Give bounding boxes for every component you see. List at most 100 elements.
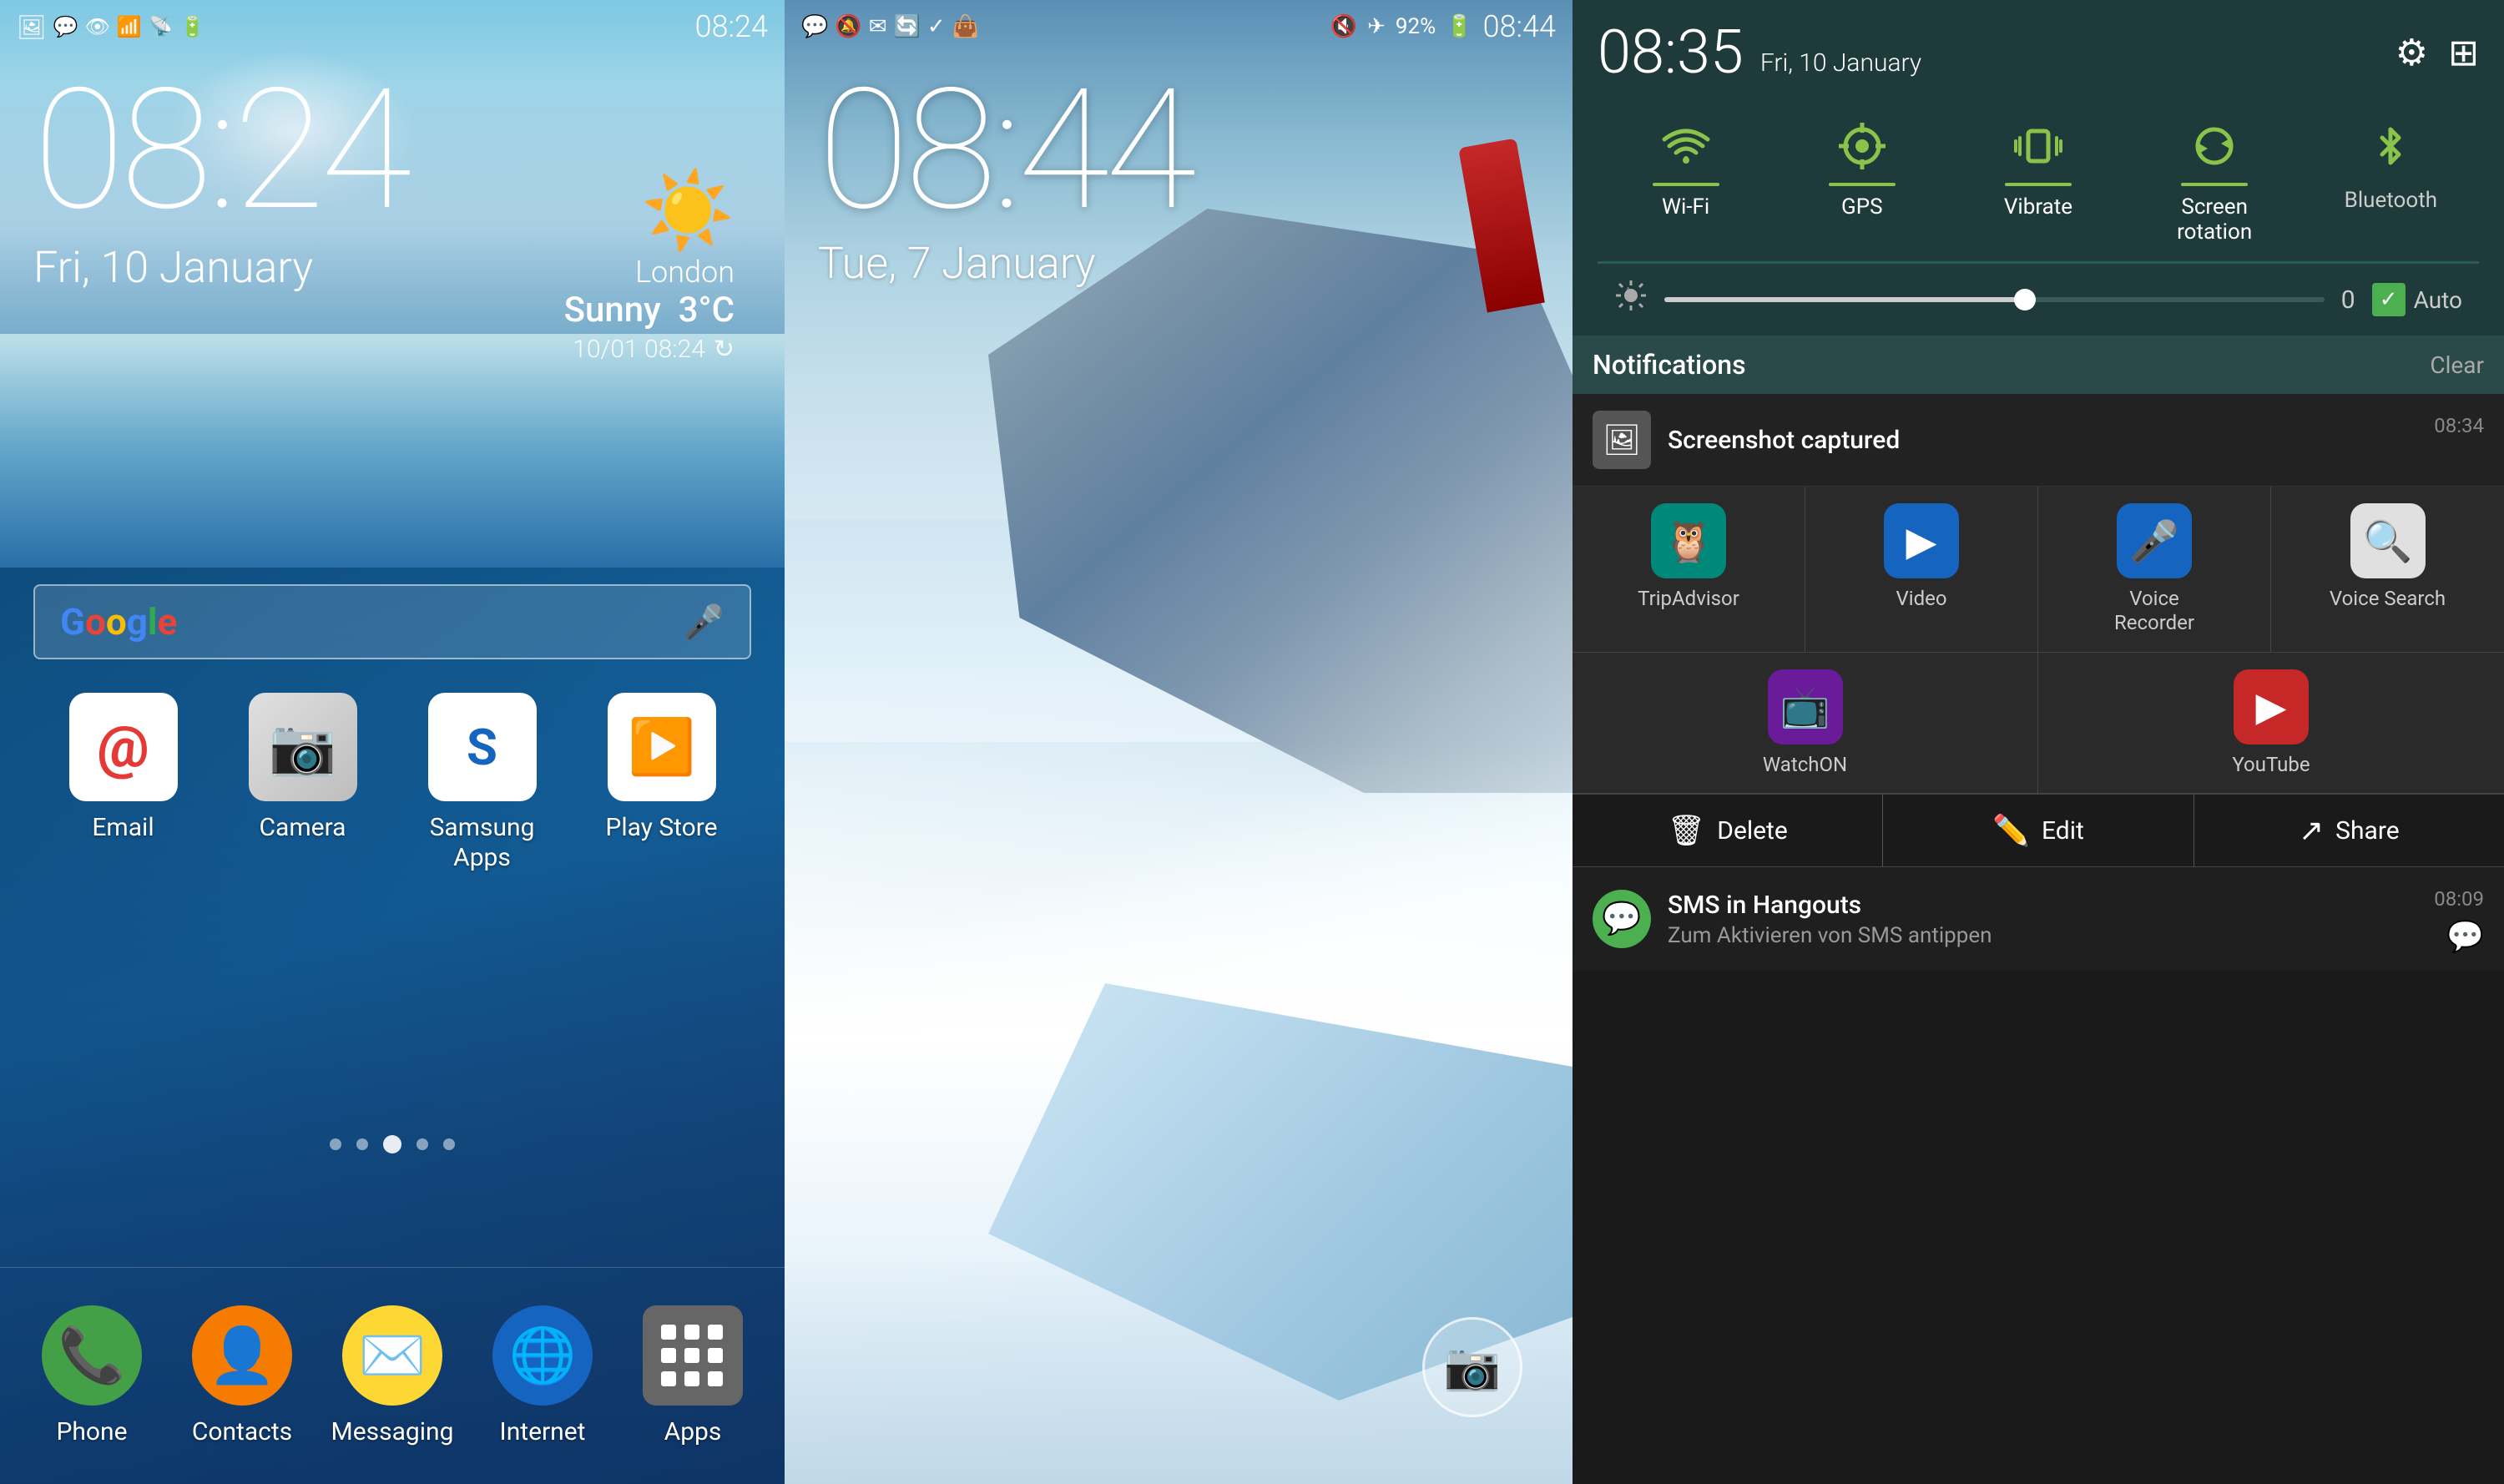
hangouts-status-icon: 💬 xyxy=(53,15,78,38)
edit-action-button[interactable]: ✏️ Edit xyxy=(1882,795,2193,866)
status-icons-left: 🖼 💬 👁 📶 📡 🔋 xyxy=(17,13,205,41)
app-voice-recorder[interactable]: 🎤 VoiceRecorder xyxy=(2038,487,2271,652)
page-dot-1 xyxy=(330,1138,341,1150)
notif-app-grid-row1: 🦉 TripAdvisor ▶ Video 🎤 VoiceRecorder 🔍 … xyxy=(1573,487,2504,653)
bag-icon-home: 👜 xyxy=(952,14,979,39)
toggle-gps[interactable]: GPS xyxy=(1787,113,1937,245)
internet-dock-label: Internet xyxy=(500,1417,586,1447)
home-status-left: 💬 🔕 ✉ 🔄 ✓ 👜 xyxy=(801,14,979,39)
share-icon: ↗ xyxy=(2299,813,2324,848)
screenshot-notif-content: Screenshot captured xyxy=(1668,426,2417,455)
weather-icon: ☀️ xyxy=(564,167,735,255)
app-voice-search[interactable]: 🔍 Voice Search xyxy=(2271,487,2504,652)
toggle-wifi[interactable]: Wi-Fi xyxy=(1611,113,1761,245)
vibrate-toggle-icon xyxy=(2005,113,2072,179)
brightness-value: 0 xyxy=(2341,285,2355,315)
screenshot-notif-title: Screenshot captured xyxy=(1668,426,2417,455)
lock-time-display: 08:24 xyxy=(33,67,407,234)
app-youtube[interactable]: ▶ YouTube xyxy=(2038,653,2504,794)
bluetooth-toggle-label: Bluetooth xyxy=(2345,188,2437,213)
sms-notif-content: SMS in Hangouts Zum Aktivieren von SMS a… xyxy=(1668,891,2417,948)
airplane-mode-icon: ✈ xyxy=(1367,14,1386,39)
watchon-label: WatchON xyxy=(1763,753,1847,777)
voice-search-icon[interactable]: 🎤 xyxy=(683,603,724,642)
notif-time-display: 08:35 xyxy=(1598,17,1744,88)
screenshot-notif-time: 08:34 xyxy=(2434,414,2484,437)
app-email[interactable]: @ Email xyxy=(40,693,207,873)
settings-icon[interactable]: ⚙ xyxy=(2395,31,2428,74)
sync-icon-home: 🔄 xyxy=(894,14,921,39)
notif-header-icons: ⚙ ⊞ xyxy=(2395,31,2479,74)
toggle-bluetooth[interactable]: Bluetooth xyxy=(2315,113,2466,245)
delete-action-button[interactable]: 🗑 Delete xyxy=(1573,795,1882,866)
samsung-app-label: SamsungApps xyxy=(430,813,535,873)
quick-toggles: Wi-Fi GPS Vibr xyxy=(1598,104,2479,264)
home-time-widget: 08:44 Tue, 7 January xyxy=(818,67,1192,289)
app-tripadvisor[interactable]: 🦉 TripAdvisor xyxy=(1573,487,1805,652)
phone-dock-icon: 📞 xyxy=(42,1305,142,1406)
sms-notif-time: 08:09 xyxy=(2434,887,2484,911)
gallery-icon: 🖼 xyxy=(17,13,47,41)
notif-app-grid-row2: 📺 WatchON ▶ YouTube xyxy=(1573,653,2504,795)
voice-search-label: Voice Search xyxy=(2330,587,2446,611)
lock-screen-panel: 🖼 💬 👁 📶 📡 🔋 08:24 08:24 Fri, 10 January … xyxy=(0,0,785,1484)
hangouts-sms-icon: 💬 xyxy=(2446,919,2484,954)
vibrate-toggle-label: Vibrate xyxy=(2004,194,2072,220)
brightness-row: A 0 ✓ Auto xyxy=(1598,264,2479,336)
app-watchon[interactable]: 📺 WatchON xyxy=(1573,653,2038,794)
contacts-dock-icon: 👤 xyxy=(192,1305,292,1406)
eye-icon: 👁 xyxy=(84,15,109,38)
dock-phone[interactable]: 📞 Phone xyxy=(17,1305,167,1447)
bottom-dock: 📞 Phone 👤 Contacts ✉️ Messaging 🌐 Intern… xyxy=(0,1267,785,1484)
grid-view-icon[interactable]: ⊞ xyxy=(2448,31,2479,74)
brightness-thumb xyxy=(2014,289,2036,310)
edit-label: Edit xyxy=(2042,816,2084,845)
auto-brightness-check[interactable]: ✓ Auto xyxy=(2372,283,2462,316)
dock-internet[interactable]: 🌐 Internet xyxy=(467,1305,618,1447)
status-time-home: 08:44 xyxy=(1483,9,1556,44)
apps-dock-icon xyxy=(643,1305,743,1406)
app-play-store[interactable]: ▶️ Play Store xyxy=(578,693,745,873)
messaging-dock-icon: ✉️ xyxy=(342,1305,442,1406)
app-samsung-apps[interactable]: S SamsungApps xyxy=(399,693,566,873)
camera-fab-icon: 📷 xyxy=(1444,1340,1501,1394)
contacts-dock-label: Contacts xyxy=(192,1417,292,1447)
screenshot-notification[interactable]: 🖼 Screenshot captured 08:34 xyxy=(1573,394,2504,487)
lock-time-widget: 08:24 Fri, 10 January xyxy=(33,67,407,293)
camera-fab-button[interactable]: 📷 xyxy=(1422,1317,1522,1417)
tripadvisor-label: TripAdvisor xyxy=(1638,587,1739,611)
notifications-title: Notifications xyxy=(1593,349,1746,381)
messaging-dock-label: Messaging xyxy=(331,1417,454,1447)
notif-top-bar: 08:35 Fri, 10 January ⚙ ⊞ xyxy=(1598,17,2479,88)
dock-messaging[interactable]: ✉️ Messaging xyxy=(317,1305,467,1447)
gps-toggle-label: GPS xyxy=(1841,194,1883,220)
video-app-label: Video xyxy=(1896,587,1946,611)
brightness-fill xyxy=(1664,297,2027,302)
svg-text:A: A xyxy=(1626,286,1631,294)
battery-icon: 🔋 xyxy=(180,15,205,38)
internet-dock-icon: 🌐 xyxy=(492,1305,593,1406)
notif-date-display: Fri, 10 January xyxy=(1760,48,1921,88)
toggle-vibrate[interactable]: Vibrate xyxy=(1963,113,2113,245)
home-screen-panel: 💬 🔕 ✉ 🔄 ✓ 👜 🔇 ✈ 92% 🔋 08:44 08:44 Tue, 7… xyxy=(785,0,1573,1484)
notif-time-date: 08:35 Fri, 10 January xyxy=(1598,17,1921,88)
delete-label: Delete xyxy=(1717,816,1788,845)
sms-notif-subtitle: Zum Aktivieren von SMS antippen xyxy=(1668,923,2417,948)
page-dot-home xyxy=(383,1135,401,1153)
sms-hangouts-notification[interactable]: 💬 SMS in Hangouts Zum Aktivieren von SMS… xyxy=(1573,867,2504,971)
refresh-icon[interactable]: ↻ xyxy=(714,335,735,364)
google-search-bar[interactable]: Google 🎤 xyxy=(33,584,751,659)
page-dot-2 xyxy=(356,1138,368,1150)
app-camera[interactable]: 📷 Camera xyxy=(220,693,386,873)
toggle-rotation[interactable]: Screenrotation xyxy=(2139,113,2289,245)
page-dot-5 xyxy=(443,1138,455,1150)
app-video[interactable]: ▶ Video xyxy=(1805,487,2038,652)
brightness-slider[interactable] xyxy=(1664,297,2325,302)
watchon-icon: 📺 xyxy=(1768,669,1843,745)
clear-notifications-button[interactable]: Clear xyxy=(2430,351,2484,379)
dock-apps[interactable]: Apps xyxy=(618,1305,768,1447)
share-action-button[interactable]: ↗ Share xyxy=(2194,795,2504,866)
dock-contacts[interactable]: 👤 Contacts xyxy=(167,1305,317,1447)
hangouts-icon-home: 💬 xyxy=(801,14,828,39)
playstore-app-label: Play Store xyxy=(605,813,717,843)
